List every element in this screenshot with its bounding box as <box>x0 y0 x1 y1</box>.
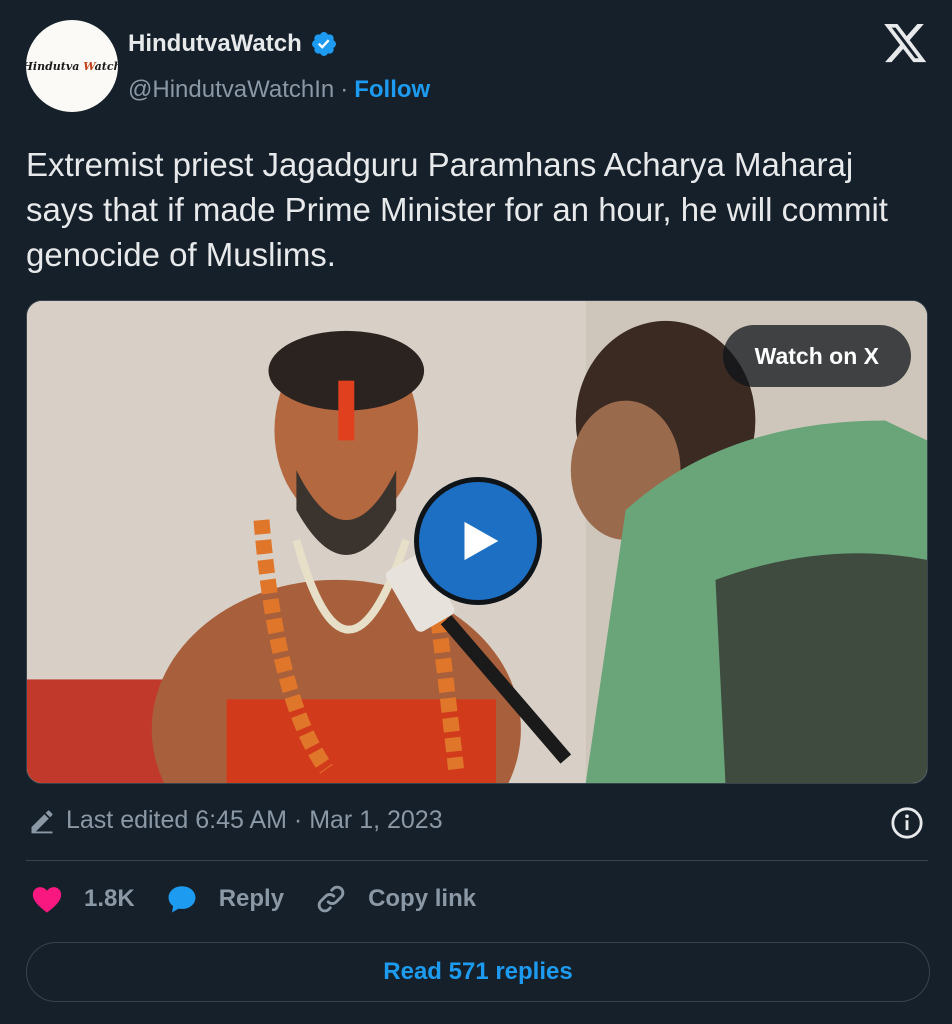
separator-dot: · <box>340 76 349 103</box>
follow-button[interactable]: Follow <box>354 76 430 104</box>
play-icon <box>464 521 499 561</box>
edit-timestamp-row: Last edited 6:45 AM · Mar 1, 2023 <box>28 806 443 835</box>
verified-badge-icon <box>311 32 336 56</box>
tweet-embed-card: Hindutva Watch HindutvaWatch @HindutvaWa… <box>0 0 952 1024</box>
avatar[interactable]: Hindutva Watch <box>26 20 118 112</box>
reply-button[interactable]: Reply <box>165 882 284 916</box>
divider <box>26 860 928 861</box>
heart-icon <box>32 887 62 913</box>
link-icon <box>317 885 345 913</box>
read-replies-button[interactable]: Read 571 replies <box>26 942 930 1002</box>
action-bar: 1.8K Reply Copy link <box>30 882 476 916</box>
watch-on-x-button[interactable]: Watch on X <box>722 325 911 387</box>
author-name-row: HindutvaWatch <box>128 30 338 58</box>
info-icon[interactable] <box>890 806 924 840</box>
reply-label: Reply <box>218 885 285 912</box>
author-handle[interactable]: @HindutvaWatchIn <box>128 76 334 104</box>
speech-bubble-icon <box>168 886 196 913</box>
last-edited-text[interactable]: Last edited 6:45 AM · Mar 1, 2023 <box>66 806 443 835</box>
like-button[interactable]: 1.8K <box>30 882 135 916</box>
avatar-logo-text: Hindutva Watch <box>26 59 118 73</box>
x-logo-icon[interactable] <box>884 24 928 64</box>
play-button[interactable] <box>414 477 542 605</box>
copy-link-button[interactable]: Copy link <box>314 882 476 916</box>
author-display-name[interactable]: HindutvaWatch <box>128 30 302 58</box>
tweet-text: Extremist priest Jagadguru Paramhans Ach… <box>26 146 888 273</box>
video-media[interactable]: Watch on X <box>26 300 928 784</box>
pencil-icon <box>31 809 53 833</box>
author-handle-row: @HindutvaWatchIn · Follow <box>128 76 430 104</box>
copy-link-label: Copy link <box>368 885 477 912</box>
like-count: 1.8K <box>84 885 135 912</box>
